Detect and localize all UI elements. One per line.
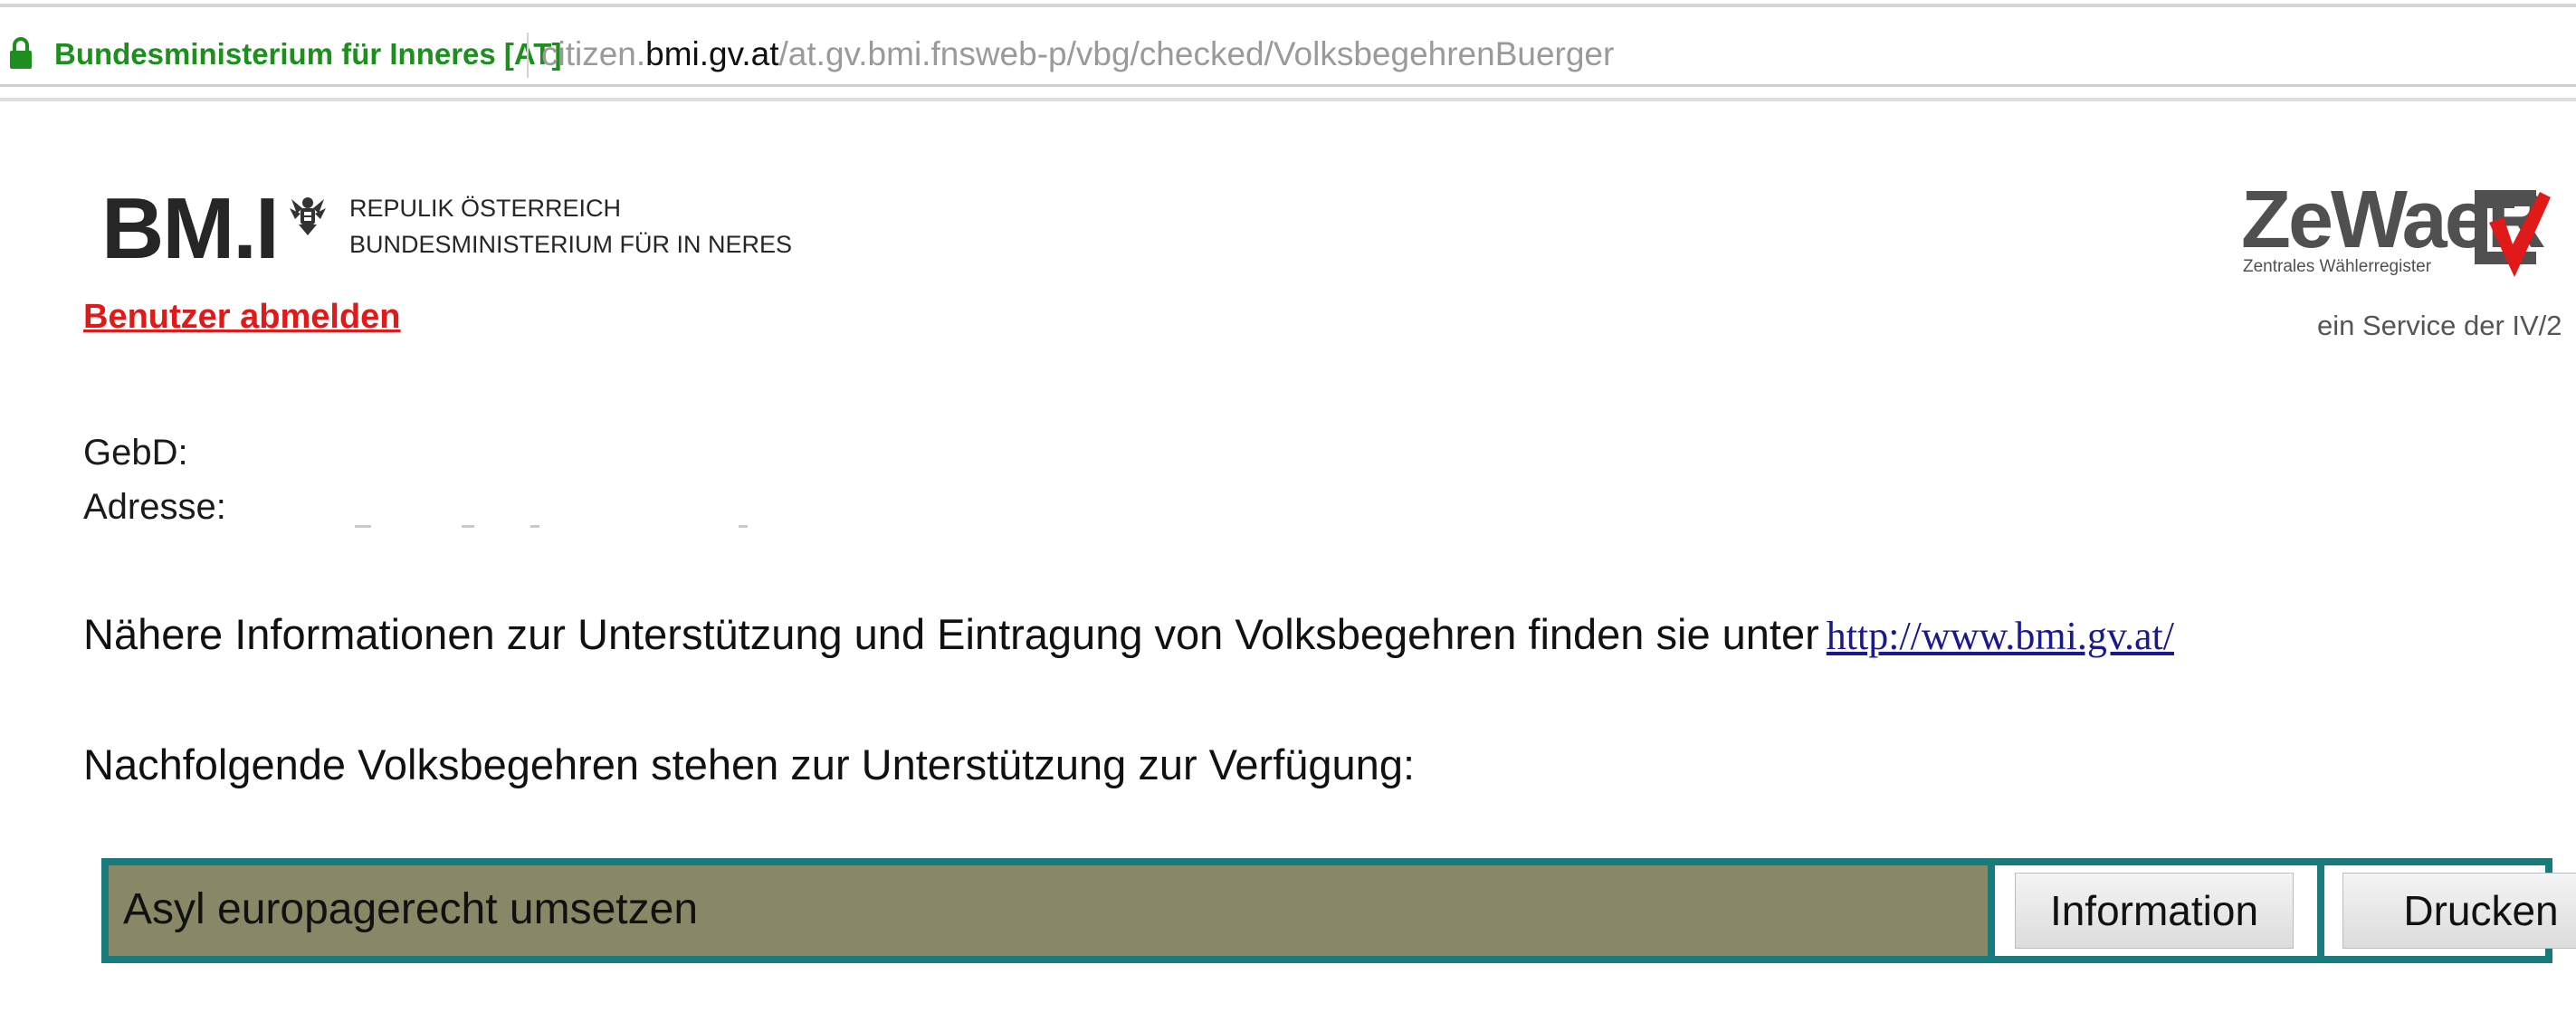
ministry-line-2: BUNDESMINISTERIUM FÜR IN NERES xyxy=(349,231,793,258)
address-bar-bottom-border xyxy=(0,84,2576,87)
logout-link[interactable]: Benutzer abmelden xyxy=(83,297,401,337)
zewaer-subtitle: Zentrales Wählerregister xyxy=(2243,257,2432,276)
checkmark-box-icon xyxy=(2475,190,2551,277)
url-domain: bmi.gv.at xyxy=(645,35,779,72)
print-button[interactable]: Drucken xyxy=(2342,873,2576,949)
birthdate-label: GebD: xyxy=(83,433,188,473)
ministry-name: REPULIK ÖSTERREICH BUNDESMINISTERIUM FÜR… xyxy=(349,190,792,263)
redacted-mark xyxy=(739,525,748,528)
redacted-mark xyxy=(530,525,539,528)
toolbar-bottom-border xyxy=(0,98,2576,101)
petition-name-cell: Asyl europagerecht umsetzen xyxy=(109,865,1988,956)
bmi-logo: BM.I xyxy=(101,180,280,277)
info-text: Nähere Informationen zur Unterstützung u… xyxy=(83,610,1819,658)
print-button-cell: Drucken xyxy=(2324,865,2576,956)
redacted-mark xyxy=(355,525,371,528)
information-button[interactable]: Information xyxy=(2015,873,2294,949)
info-paragraph: Nähere Informationen zur Unterstützung u… xyxy=(83,608,2174,663)
browser-top-border xyxy=(0,4,2576,7)
address-divider xyxy=(527,33,529,78)
url-path: /at.gv.bmi.fnsweb-p/vbg/checked/Volksbeg… xyxy=(778,35,1615,72)
petition-name: Asyl europagerecht umsetzen xyxy=(123,885,699,933)
ministry-line-1: REPULIK ÖSTERREICH xyxy=(349,195,622,222)
petition-row: Asyl europagerecht umsetzen Information … xyxy=(101,858,2576,963)
service-note: ein Service der IV/2 xyxy=(2317,310,2562,341)
bmi-link[interactable]: http://www.bmi.gv.at/ xyxy=(1827,614,2174,658)
url-prefix: citizen. xyxy=(541,35,646,72)
address-bar[interactable]: Bundesministerium für Inneres [AT] citiz… xyxy=(0,9,2576,87)
petition-list-heading: Nachfolgende Volksbegehren stehen zur Un… xyxy=(83,740,1416,788)
austrian-eagle-icon xyxy=(290,197,326,235)
info-button-cell: Information xyxy=(1995,865,2317,956)
url-text[interactable]: citizen.bmi.gv.at/at.gv.bmi.fnsweb-p/vbg… xyxy=(541,36,1614,72)
lock-icon xyxy=(10,37,32,69)
address-label: Adresse: xyxy=(83,487,226,527)
redacted-mark xyxy=(462,525,474,528)
site-identity[interactable]: Bundesministerium für Inneres [AT] xyxy=(54,36,561,72)
